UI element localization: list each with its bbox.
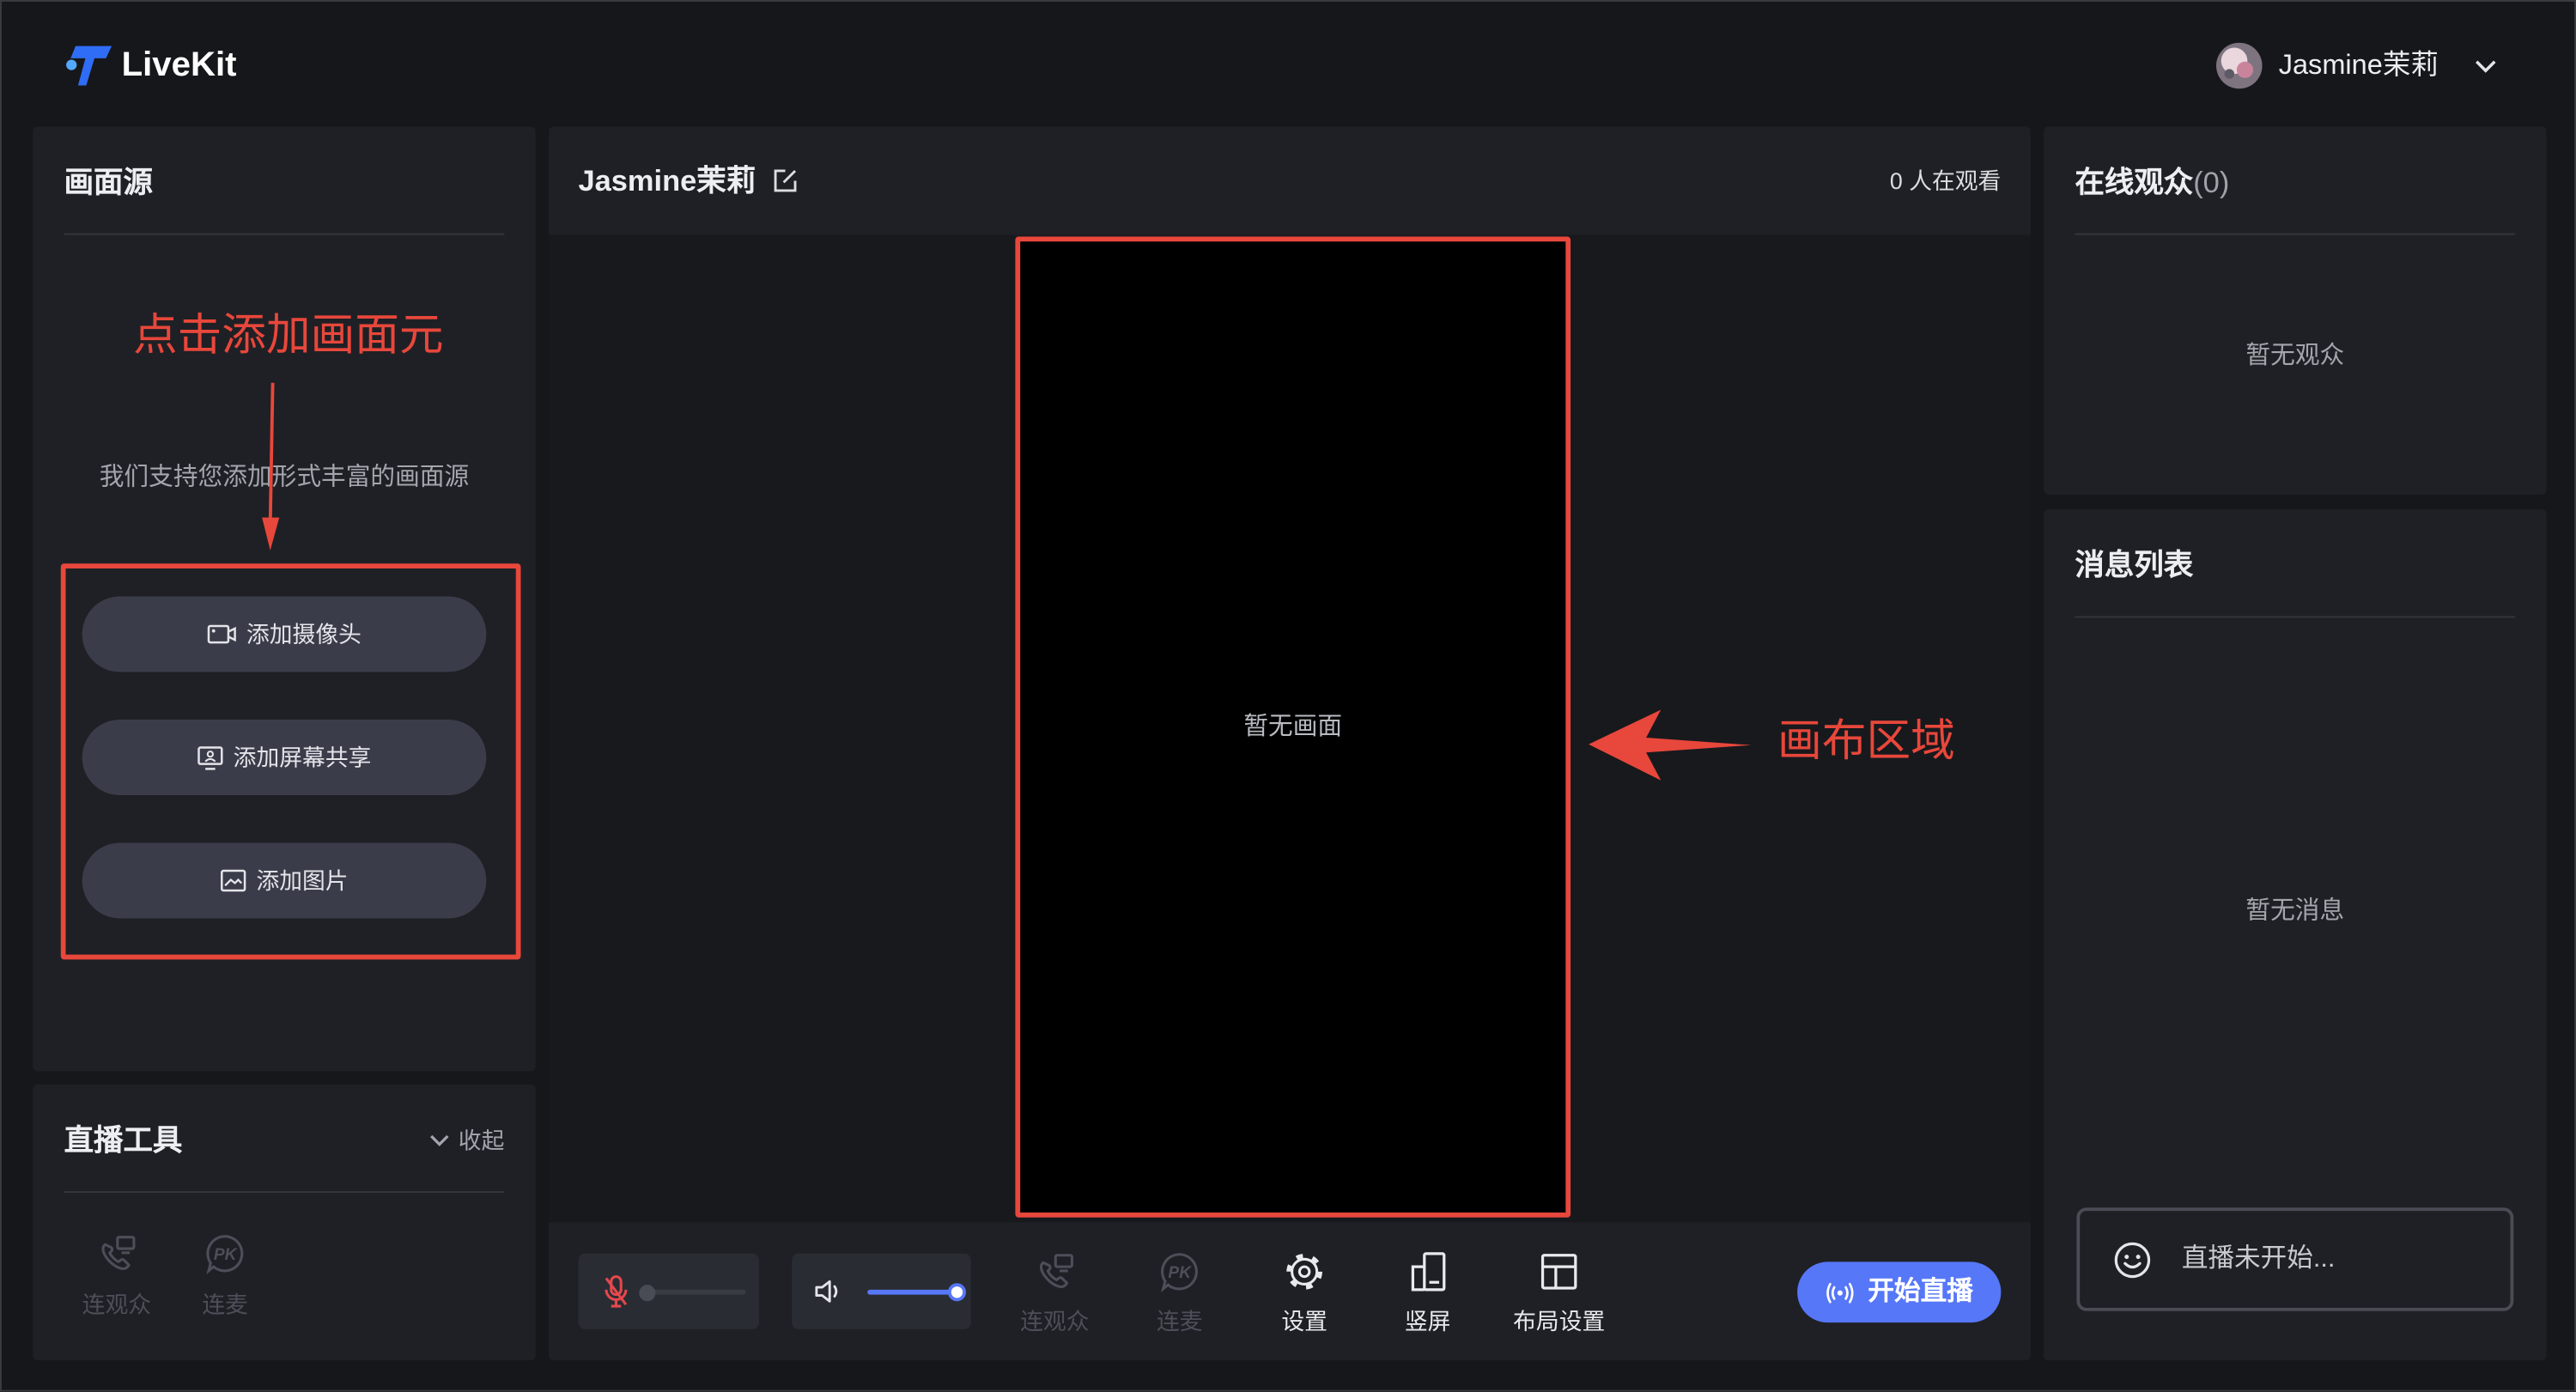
camera-icon [207,623,236,646]
toolbar-link-audience[interactable]: 连观众 [997,1222,1112,1360]
mic-volume-knob[interactable] [639,1284,656,1301]
add-camera-label: 添加摄像头 [246,621,361,647]
messages-panel: 消息列表 暂无消息 [2044,509,2547,1361]
canvas-area: 暂无画面 画布区域 [549,235,2031,1223]
tool-co-host-label: 连麦 [202,1291,248,1318]
speaker-volume-slider[interactable] [867,1283,966,1302]
audience-title: 在线观众(0) [2075,162,2229,202]
toolbar-co-host-label: 连麦 [1156,1307,1203,1334]
pk-glyph: PK [214,1246,238,1264]
sources-panel-title: 画面源 [64,166,153,199]
annotation-add-source: 点击添加画面元 [132,310,444,361]
toolbar-link-audience-label: 连观众 [1020,1307,1090,1334]
toolbar-layout-settings-label: 布局设置 [1513,1307,1606,1334]
livekit-logo-icon [64,43,113,89]
gear-icon [1283,1250,1326,1293]
message-input[interactable] [2178,1243,2511,1276]
tool-link-audience-label: 连观众 [82,1291,152,1318]
toolbar-portrait-label: 竖屏 [1404,1307,1451,1334]
pk-icon: PK [1158,1250,1201,1293]
smile-icon[interactable] [2112,1240,2152,1280]
add-camera-button[interactable]: 添加摄像头 [82,596,487,672]
link-audience-icon [1033,1250,1076,1293]
user-menu[interactable]: Jasmine茉莉 [2216,42,2498,89]
toolbar-layout-settings[interactable]: 布局设置 [1502,1222,1617,1360]
edit-icon[interactable] [772,167,799,194]
broadcast-icon [1826,1280,1855,1304]
mic-muted-icon[interactable] [599,1273,632,1310]
annotation-arrow-down [261,380,284,554]
collapse-toggle[interactable]: 收起 [428,1126,504,1155]
toolbar-co-host[interactable]: PK 连麦 [1122,1222,1237,1360]
stage-header: Jasmine茉莉 0 人在观看 [549,126,2031,235]
user-name[interactable]: Jasmine茉莉 [2279,47,2439,83]
avatar[interactable] [2216,42,2263,89]
add-image-button[interactable]: 添加图片 [82,842,487,919]
chevron-down-icon[interactable] [2475,58,2498,73]
room-title-text: Jasmine茉莉 [578,164,756,198]
pk-glyph: PK [1168,1264,1192,1282]
add-screen-share-button[interactable]: 添加屏幕共享 [82,720,487,796]
add-image-label: 添加图片 [256,867,349,894]
tool-co-host[interactable]: PK 连麦 [184,1085,266,1331]
toolbar-settings-label: 设置 [1281,1307,1327,1334]
messages-title: 消息列表 [2075,549,2194,582]
start-live-label: 开始直播 [1868,1277,1973,1306]
portrait-icon [1406,1250,1449,1293]
annotation-canvas-area: 画布区域 [1777,716,1955,766]
add-screen-share-label: 添加屏幕共享 [233,744,372,771]
speaker-volume-knob[interactable] [947,1283,966,1302]
divider [2075,233,2516,235]
start-live-button[interactable]: 开始直播 [1797,1261,2002,1323]
collapse-label: 收起 [458,1127,505,1154]
image-icon [220,869,246,892]
room-title[interactable]: Jasmine茉莉 [578,161,798,201]
speaker-icon[interactable] [811,1275,844,1308]
layout-icon [1538,1250,1581,1293]
divider [2075,616,2516,618]
pk-icon: PK [204,1232,246,1275]
live-stage-panel: Jasmine茉莉 0 人在观看 暂无画面 画布区域 连观众 PK 连麦 设置 … [549,126,2031,1361]
audience-title-text: 在线观众 [2075,166,2194,199]
audience-empty-text: 暂无观众 [2245,341,2345,370]
toolbar-portrait[interactable]: 竖屏 [1370,1222,1485,1360]
app-name: LiveKit [121,46,237,84]
link-audience-icon [95,1232,138,1275]
mic-volume-slider[interactable] [639,1284,746,1301]
speaker-volume-fill [867,1289,957,1295]
speaker-control[interactable] [792,1253,971,1329]
viewer-count: 0 人在观看 [1889,167,2002,194]
chevron-down-icon [428,1133,450,1147]
livekit-window: LiveKit Jasmine茉莉 画面源 点击添加画面元 我们支持您添加形式丰… [0,0,2576,1392]
annotation-box-canvas [1015,236,1571,1218]
audience-panel: 在线观众(0) 暂无观众 [2044,126,2547,495]
stage-toolbar: 连观众 PK 连麦 设置 竖屏 布局设置 开始直播 [549,1222,2031,1361]
mic-control[interactable] [578,1253,759,1329]
tool-link-audience[interactable]: 连观众 [76,1085,158,1331]
annotation-arrow-left [1583,703,1756,786]
message-input-box[interactable] [2076,1207,2514,1311]
toolbar-settings[interactable]: 设置 [1247,1222,1362,1360]
messages-empty-text: 暂无消息 [2245,897,2345,926]
sources-panel: 画面源 点击添加画面元 我们支持您添加形式丰富的画面源 添加摄像头 添加屏幕共享… [33,126,536,1072]
audience-count: (0) [2193,166,2230,199]
live-tools-panel: 直播工具 收起 连观众 PK 连麦 [33,1084,536,1361]
screen-share-icon [197,745,224,770]
divider [64,233,505,235]
